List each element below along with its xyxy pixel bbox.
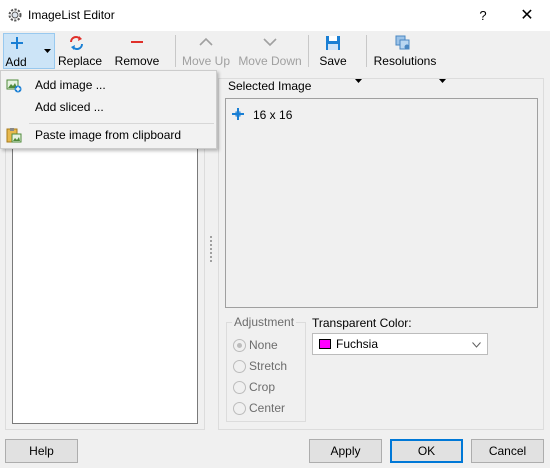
help-button[interactable]: Help xyxy=(5,439,78,463)
expand-icon[interactable] xyxy=(232,108,244,120)
toolbar-separator xyxy=(366,35,367,67)
move-down-button[interactable]: Move Down xyxy=(237,33,303,69)
chevron-up-icon xyxy=(199,37,213,46)
radio-indicator xyxy=(233,339,246,352)
toolbar-separator xyxy=(308,35,309,67)
color-swatch xyxy=(319,339,331,349)
remove-label: Remove xyxy=(114,54,160,68)
remove-button[interactable]: Remove xyxy=(113,33,161,69)
radio-indicator xyxy=(233,381,246,394)
help-title-button[interactable]: ? xyxy=(468,0,498,31)
resolutions-label: Resolutions xyxy=(373,54,437,68)
resolutions-button[interactable]: Resolutions xyxy=(371,33,439,69)
replace-icon xyxy=(70,36,83,50)
move-down-label: Move Down xyxy=(238,54,302,68)
toolbar: Add Replace Remove Move Up Move Down Sav… xyxy=(0,31,550,83)
splitter-handle[interactable] xyxy=(210,236,213,266)
radio-label: None xyxy=(249,338,278,352)
transparent-color-select[interactable]: Fuchsia xyxy=(312,333,488,355)
chevron-down-icon xyxy=(472,342,481,348)
radio-label: Center xyxy=(249,401,286,415)
menu-item-label: Add image ... xyxy=(35,78,106,92)
image-size-label: 16 x 16 xyxy=(253,108,293,122)
chevron-down-icon xyxy=(263,38,277,47)
menu-item-label: Add sliced ... xyxy=(35,100,104,114)
save-label: Save xyxy=(319,54,347,68)
image-list[interactable] xyxy=(12,148,198,424)
transparent-color-label: Transparent Color: xyxy=(312,316,412,330)
radio-indicator xyxy=(233,402,246,415)
minus-icon xyxy=(131,41,143,43)
save-icon xyxy=(326,36,340,50)
replace-button[interactable]: Replace xyxy=(56,33,104,69)
move-up-label: Move Up xyxy=(181,54,231,68)
radio-label: Crop xyxy=(249,380,276,394)
add-button[interactable]: Add xyxy=(3,33,55,69)
apply-button[interactable]: Apply xyxy=(309,439,382,463)
radio-indicator xyxy=(233,360,246,373)
resolutions-icon xyxy=(395,35,410,50)
menu-item-add-image[interactable]: Add image ... xyxy=(2,74,215,96)
cancel-button[interactable]: Cancel xyxy=(471,439,544,463)
menu-item-paste-clipboard[interactable]: Paste image from clipboard xyxy=(2,124,215,146)
radio-label: Stretch xyxy=(249,359,288,373)
adjustment-legend: Adjustment xyxy=(232,315,297,329)
save-button[interactable]: Save xyxy=(314,33,352,69)
title-bar: ImageList Editor ? ✕ xyxy=(0,0,550,31)
ok-button[interactable]: OK xyxy=(390,439,463,463)
image-preview xyxy=(225,98,538,308)
paste-icon xyxy=(6,128,22,143)
selected-image-legend: Selected Image xyxy=(226,79,314,93)
close-button[interactable]: ✕ xyxy=(512,0,542,31)
toolbar-separator xyxy=(175,35,176,67)
move-up-button[interactable]: Move Up xyxy=(179,33,233,69)
transparent-color-value: Fuchsia xyxy=(336,337,379,351)
add-label: Add xyxy=(5,55,27,69)
replace-label: Replace xyxy=(57,54,103,68)
dropdown-arrow-icon[interactable] xyxy=(44,49,51,53)
gear-icon xyxy=(8,8,22,22)
menu-item-add-sliced[interactable]: Add sliced ... xyxy=(2,96,215,118)
menu-item-label: Paste image from clipboard xyxy=(35,128,182,142)
add-image-icon xyxy=(6,79,22,93)
add-dropdown-menu: Add image ... Add sliced ... Paste image… xyxy=(0,70,217,149)
window-title: ImageList Editor xyxy=(28,8,115,22)
